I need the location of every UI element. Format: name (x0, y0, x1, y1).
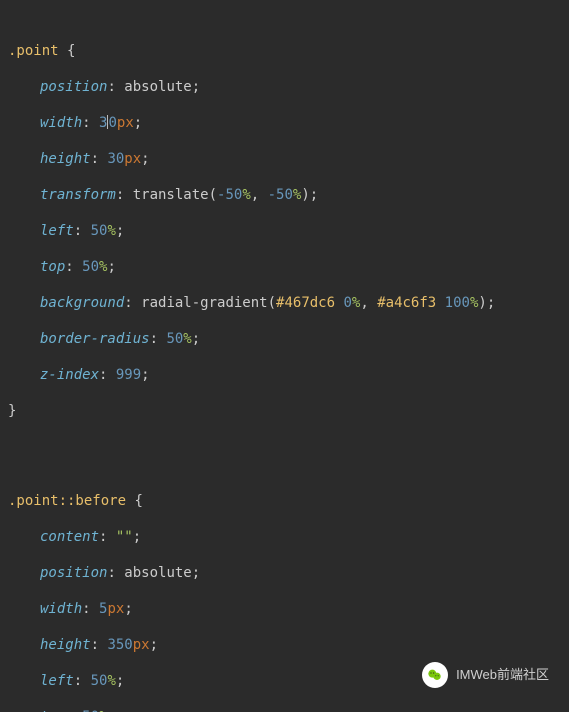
unit-pct: % (107, 673, 115, 689)
brace-close: } (8, 403, 16, 419)
prop-left: left (40, 673, 74, 689)
prop-width: width (40, 601, 82, 617)
num: 350 (107, 637, 132, 653)
val-absolute: absolute (124, 79, 191, 95)
unit-px: px (133, 637, 150, 653)
num: 50 (91, 223, 108, 239)
selector: .point (8, 493, 59, 509)
num: 50 (91, 673, 108, 689)
num: 30 (107, 151, 124, 167)
unit-pct: % (242, 187, 250, 203)
fn-translate: translate (133, 187, 209, 203)
prop-z-index: z-index (40, 367, 99, 383)
prop-background: background (40, 295, 124, 311)
brace-open: { (59, 43, 76, 59)
num: 0 (108, 115, 116, 131)
num: -50 (268, 187, 293, 203)
num: 50 (166, 331, 183, 347)
prop-height: height (40, 151, 91, 167)
prop-height: height (40, 637, 91, 653)
prop-top: top (40, 259, 65, 275)
fn-radial-gradient: radial-gradient (141, 295, 267, 311)
selector: .point (8, 43, 59, 59)
num: 0 (343, 295, 351, 311)
code-editor: .point { position: absolute; width: 30px… (0, 0, 569, 712)
num: 3 (99, 115, 107, 131)
unit-px: px (124, 151, 141, 167)
num: 100 (445, 295, 470, 311)
unit-pct: % (107, 223, 115, 239)
num: 999 (116, 367, 141, 383)
unit-pct: % (183, 331, 191, 347)
prop-transform: transform (40, 187, 116, 203)
prop-border-radius: border-radius (40, 331, 150, 347)
string-empty: "" (116, 529, 133, 545)
num: 50 (82, 259, 99, 275)
hex: #a4c6f3 (377, 295, 436, 311)
hex: #467dc6 (276, 295, 335, 311)
unit-px: px (117, 115, 134, 131)
prop-position: position (40, 79, 107, 95)
prop-width: width (40, 115, 82, 131)
pseudo-before: ::before (59, 493, 126, 509)
num: -50 (217, 187, 242, 203)
prop-left: left (40, 223, 74, 239)
prop-content: content (40, 529, 99, 545)
prop-position: position (40, 565, 107, 581)
val-absolute: absolute (124, 565, 191, 581)
unit-px: px (107, 601, 124, 617)
